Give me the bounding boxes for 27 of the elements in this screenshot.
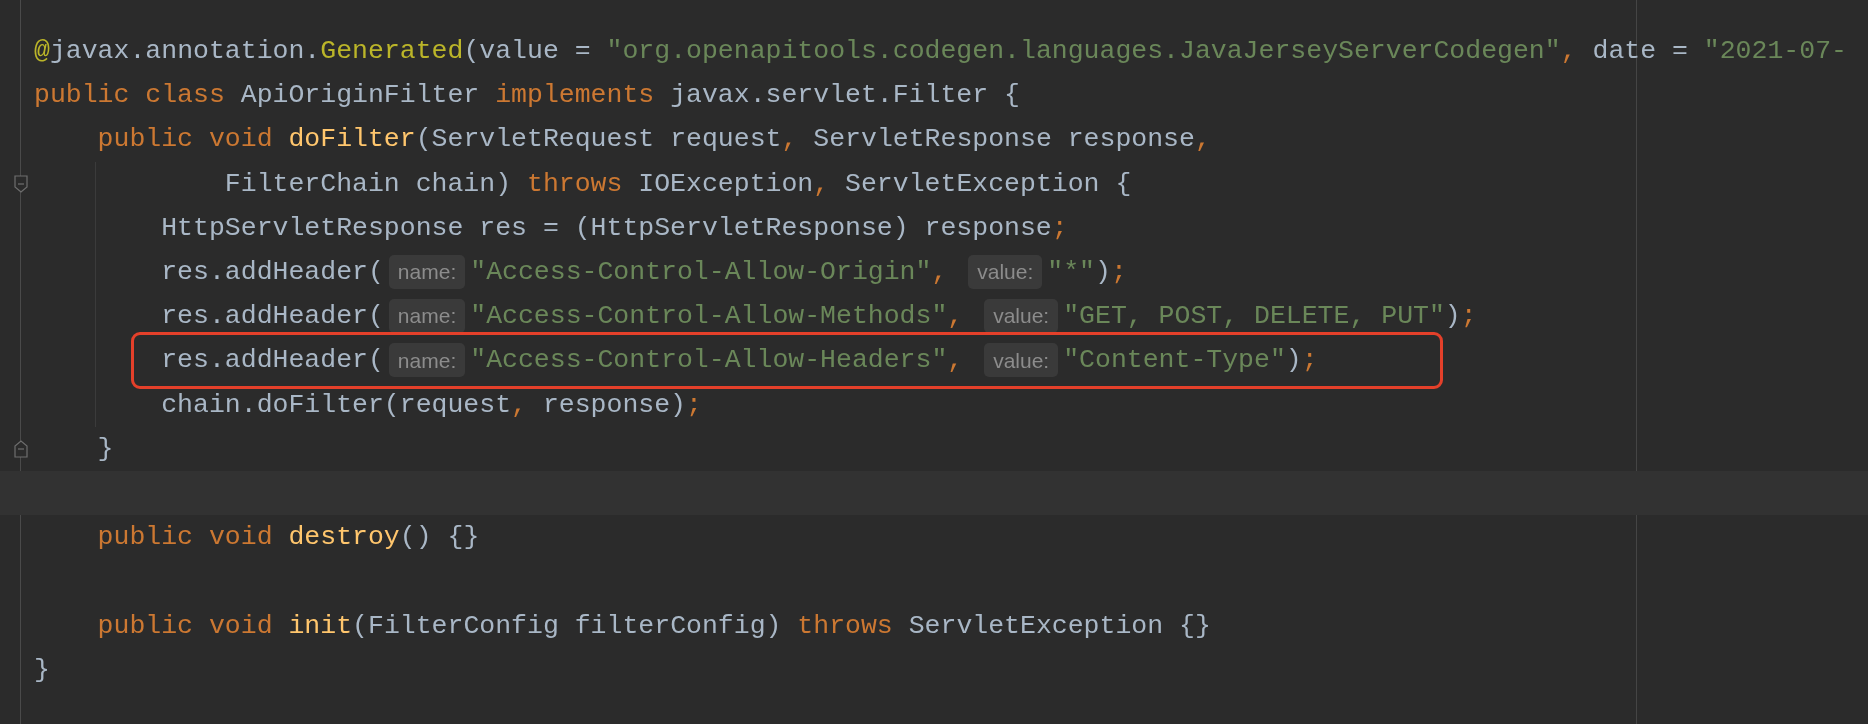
parameter-hint: value: [984,343,1059,378]
parameter-hint: name: [388,299,466,334]
code-text: "Content-Type"); [1063,344,1318,378]
code-text: HttpServletResponse res = (HttpServletResponse) response; [160,211,1068,245]
code-text: res.addHeader( [160,300,384,334]
parameter-hint: value: [984,299,1059,334]
code-text: chain.doFilter(request, response); [160,388,702,422]
code-text: res.addHeader( [160,344,384,378]
code-text: } [34,653,50,687]
code-text: "Access-Control-Allow-Methods", [470,300,965,334]
parameter-hint: name: [388,343,466,378]
code-text: "Access-Control-Allow-Origin", [470,256,949,290]
code-text: public void doFilter(ServletRequest request, ServletResponse response, [96,123,1211,157]
code-text: "Access-Control-Allow-Headers", [470,344,965,378]
code-text: } [96,432,114,466]
code-text: public void init(FilterConfig filterConfig) throws ServletException {} [96,609,1211,643]
parameter-hint: value: [968,255,1043,290]
fold-icon[interactable] [13,174,29,193]
parameter-hint: name: [388,255,466,290]
code-text: public void destroy() {} [96,521,480,555]
code-text: res.addHeader( [160,256,384,290]
code-text: @javax.annotation.Generated(value = "org.openapitools.codegen.languages.JavaJerseyServerCodegen", date = "2021-07- [34,35,1847,69]
code-text: "*"); [1047,256,1127,290]
fold-icon[interactable] [13,439,29,458]
code-text: public class ApiOriginFilter implements javax.servlet.Filter { [34,79,1020,113]
code-text: FilterChain chain) throws IOException, ServletException { [223,167,1132,201]
code-text: "GET, POST, DELETE, PUT"); [1063,300,1477,334]
